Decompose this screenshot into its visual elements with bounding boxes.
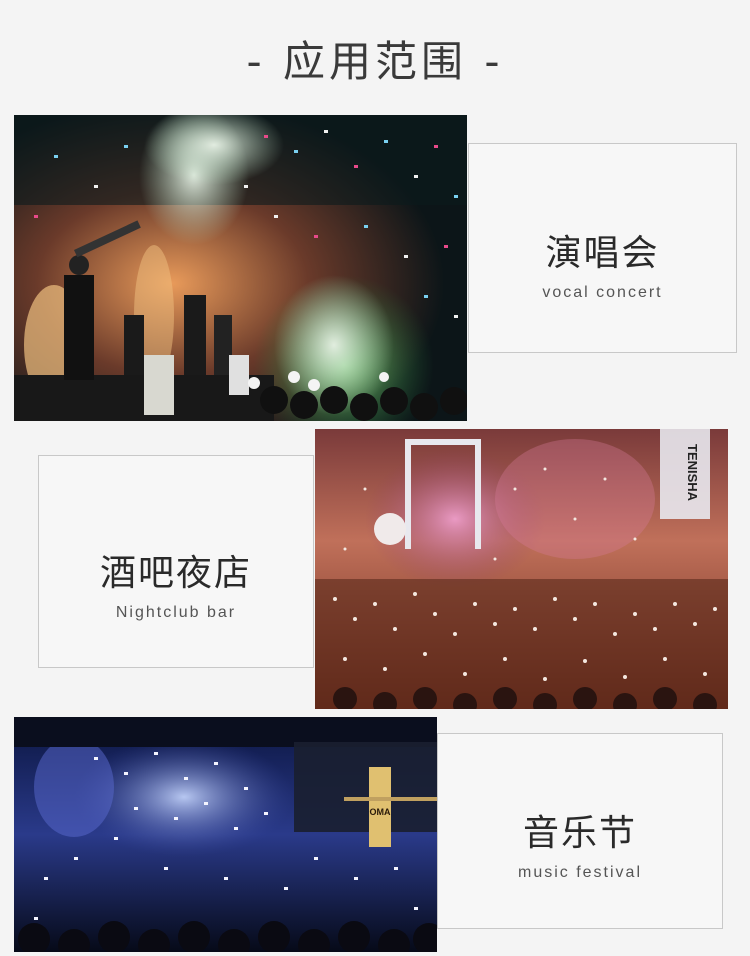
- nightclub-title-en: Nightclub bar: [115, 604, 237, 621]
- concert-title-en: vocal concert: [542, 284, 663, 301]
- concert-title-zh: 演唱会: [545, 233, 660, 274]
- nightclub-title-zh: 酒吧夜店: [99, 553, 252, 594]
- festival-text: 音乐节 music festival: [438, 804, 722, 882]
- concert-card: 演唱会 vocal concert: [468, 143, 737, 353]
- music-festival-photo: OMA: [14, 717, 437, 952]
- festival-title-zh: 音乐节: [522, 813, 637, 854]
- festival-card: 音乐节 music festival: [437, 733, 723, 929]
- concert-text: 演唱会 vocal concert: [469, 224, 736, 302]
- nightclub-crowd-photo: TENISHA: [315, 429, 728, 709]
- nightclub-text: 酒吧夜店 Nightclub bar: [39, 544, 313, 622]
- page-heading: - 应用范围 -: [246, 37, 504, 86]
- festival-title-en: music festival: [517, 864, 643, 881]
- festival-sign-text: OMA: [370, 807, 391, 817]
- nightclub-card: 酒吧夜店 Nightclub bar: [38, 455, 314, 668]
- nightclub-banner-text: TENISHA: [685, 444, 700, 502]
- concert-stage-photo: [14, 115, 467, 421]
